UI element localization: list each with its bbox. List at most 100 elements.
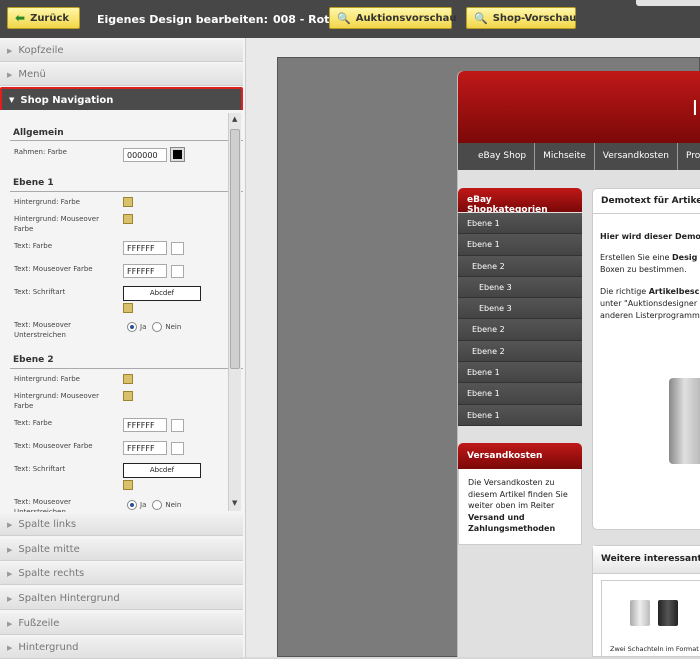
auction-preview-button[interactable]: 🔍 Auktionsvorschau bbox=[329, 7, 457, 29]
e1-text-mouse-input[interactable]: FFFFFF bbox=[123, 264, 167, 278]
triangle-right-icon: ▶ bbox=[7, 520, 13, 529]
category-item[interactable]: Ebene 1 bbox=[458, 362, 582, 384]
pencil-icon[interactable] bbox=[123, 197, 133, 207]
e1-font-select[interactable]: Abcdef bbox=[123, 286, 201, 301]
nav-item-versandkosten[interactable]: Versandkosten bbox=[593, 143, 677, 170]
radio-nein[interactable] bbox=[152, 500, 163, 510]
e2-font-select[interactable]: Abcdef bbox=[123, 463, 201, 478]
radio-nein[interactable] bbox=[152, 322, 163, 332]
divider bbox=[10, 368, 243, 369]
category-item[interactable]: Ebene 3 bbox=[458, 276, 582, 299]
nav-item-pro[interactable]: Pro bbox=[676, 143, 700, 170]
category-item[interactable]: Ebene 3 bbox=[458, 298, 582, 320]
label-e1-text-mouse: Text: Mouseover Farbe bbox=[14, 265, 93, 273]
magnifier-icon: 🔍 bbox=[337, 11, 351, 25]
product-image bbox=[669, 378, 700, 464]
category-item[interactable]: Ebene 2 bbox=[458, 340, 582, 363]
shipping-box: Die Versandkosten zu diesem Artikel find… bbox=[458, 469, 582, 545]
pencil-icon[interactable] bbox=[123, 480, 133, 490]
radio-ja[interactable] bbox=[127, 500, 137, 510]
label-e2-bg-mouse: Hintergrund: Mouseover Farbe bbox=[14, 392, 99, 410]
article-text: Boxen zu bestimmen. bbox=[600, 265, 687, 274]
category-item[interactable]: Ebene 1 bbox=[458, 234, 582, 256]
categories-title: eBay Shopkategorien bbox=[458, 188, 582, 215]
category-item[interactable]: Ebene 1 bbox=[458, 404, 582, 426]
item-caption: Zwei Schachteln im Format bbox=[610, 645, 699, 653]
e2-underline-radio[interactable]: Ja Nein bbox=[127, 500, 181, 510]
accordion-spalten-hintergrund[interactable]: ▶ Spalten Hintergrund bbox=[0, 588, 243, 610]
nav-item-michseite[interactable]: Michseite bbox=[534, 143, 594, 170]
panel-scrollbar[interactable]: ▲ ▼ bbox=[228, 113, 241, 511]
accordion-kopfzeile[interactable]: ▶ Kopfzeile bbox=[0, 40, 243, 62]
e1-underline-radio[interactable]: Ja Nein bbox=[127, 322, 181, 332]
label-e1-text: Text: Farbe bbox=[14, 242, 53, 250]
label-e1-font: Text: Schriftart bbox=[14, 288, 66, 296]
accordion-menu[interactable]: ▶ Menü bbox=[0, 64, 243, 86]
section-ebene1: Ebene 1 bbox=[13, 178, 54, 188]
article-text: unter "Auktionsdesigner bbox=[600, 299, 698, 308]
divider bbox=[10, 140, 243, 141]
pencil-icon[interactable] bbox=[123, 303, 133, 313]
e2-text-mouse-input[interactable]: FFFFFF bbox=[123, 441, 167, 455]
label-e2-bg: Hintergrund: Farbe bbox=[14, 375, 80, 383]
triangle-down-icon: ▼ bbox=[9, 96, 15, 104]
radio-ja[interactable] bbox=[127, 322, 137, 332]
label-e2-underline: Text: Mouseover Unterstreichen bbox=[14, 498, 72, 512]
shop-header-title: I bbox=[692, 96, 698, 120]
triangle-right-icon: ▶ bbox=[7, 70, 13, 79]
pencil-icon[interactable] bbox=[123, 391, 133, 401]
triangle-right-icon: ▶ bbox=[7, 545, 13, 554]
rahmen-color-input[interactable]: 000000 bbox=[123, 148, 167, 162]
triangle-right-icon: ▶ bbox=[7, 46, 13, 55]
color-swatch[interactable] bbox=[171, 242, 184, 255]
color-swatch[interactable] bbox=[171, 265, 184, 278]
category-item[interactable]: Ebene 1 bbox=[458, 213, 582, 235]
article-text: anderen Listerprogramm bbox=[600, 311, 700, 320]
divider bbox=[10, 191, 243, 192]
accordion-spalte-mitte[interactable]: ▶ Spalte mitte bbox=[0, 539, 243, 561]
accordion-spalte-links[interactable]: ▶ Spalte links bbox=[0, 514, 243, 536]
magnifier-icon: 🔍 bbox=[474, 11, 488, 25]
article-text: Hier wird dieser Demo bbox=[600, 232, 700, 241]
arrow-left-icon: ⬅ bbox=[15, 11, 26, 25]
scroll-up-icon[interactable]: ▲ bbox=[232, 115, 237, 123]
accordion-fusszeile[interactable]: ▶ Fußzeile bbox=[0, 613, 243, 635]
section-ebene2: Ebene 2 bbox=[13, 355, 54, 365]
label-e2-font: Text: Schriftart bbox=[14, 465, 66, 473]
section-allgemein: Allgemein bbox=[13, 128, 64, 138]
triangle-right-icon: ▶ bbox=[7, 594, 13, 603]
label-e2-text-mouse: Text: Mouseover Farbe bbox=[14, 442, 93, 450]
category-item[interactable]: Ebene 1 bbox=[458, 383, 582, 405]
accordion-spalte-rechts[interactable]: ▶ Spalte rechts bbox=[0, 563, 243, 585]
label-e1-underline: Text: Mouseover Unterstreichen bbox=[14, 321, 72, 339]
color-swatch[interactable] bbox=[171, 442, 184, 455]
color-swatch[interactable] bbox=[171, 419, 184, 432]
article-text: Erstellen Sie eine Desig bbox=[600, 253, 698, 262]
label-e1-bg-mouse: Hintergrund: Mouseover Farbe bbox=[14, 215, 99, 233]
pencil-icon[interactable] bbox=[123, 214, 133, 224]
shop-header bbox=[458, 71, 700, 145]
pencil-icon[interactable] bbox=[123, 374, 133, 384]
scroll-thumb[interactable] bbox=[230, 129, 240, 369]
product-thumbnail bbox=[630, 600, 650, 626]
shop-preview-button[interactable]: 🔍 Shop-Vorschau bbox=[466, 7, 576, 29]
color-swatch[interactable] bbox=[170, 147, 185, 162]
triangle-right-icon: ▶ bbox=[7, 643, 13, 652]
category-item[interactable]: Ebene 2 bbox=[458, 255, 582, 277]
triangle-right-icon: ▶ bbox=[7, 569, 13, 578]
category-item[interactable]: Ebene 2 bbox=[458, 319, 582, 341]
back-button[interactable]: ⬅ Zurück bbox=[7, 7, 80, 29]
e1-text-color-input[interactable]: FFFFFF bbox=[123, 241, 167, 255]
label-rahmen-farbe: Rahmen: Farbe bbox=[14, 148, 67, 156]
scroll-down-icon[interactable]: ▼ bbox=[232, 499, 237, 507]
shop-navigation-panel: Allgemein Rahmen: Farbe 000000 Ebene 1 H… bbox=[0, 110, 243, 512]
nav-item-ebay-shop[interactable]: eBay Shop bbox=[470, 143, 534, 170]
shop-nav-bar: eBay Shop Michseite Versandkosten Pro bbox=[458, 143, 700, 170]
accordion-hintergrund[interactable]: ▶ Hintergrund bbox=[0, 637, 243, 659]
more-items-title: Weitere interessante A bbox=[593, 546, 700, 574]
shipping-title: Versandkosten bbox=[458, 443, 582, 469]
e2-text-color-input[interactable]: FFFFFF bbox=[123, 418, 167, 432]
top-right-tab bbox=[636, 0, 700, 6]
label-e2-text: Text: Farbe bbox=[14, 419, 53, 427]
triangle-right-icon: ▶ bbox=[7, 619, 13, 628]
